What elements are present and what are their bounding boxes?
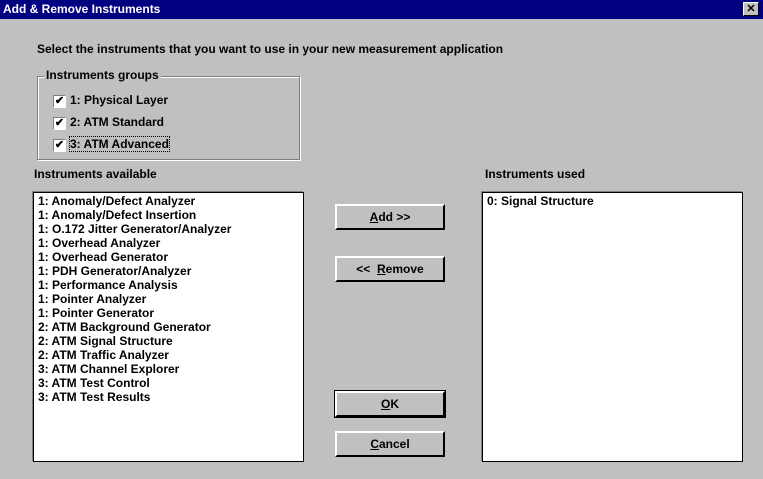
group-1-checkbox[interactable]: ✔ xyxy=(53,95,66,108)
instruments-available-label: Instruments available xyxy=(34,167,157,181)
ok-button-mnemonic: O xyxy=(380,397,391,411)
checkmark-icon: ✔ xyxy=(54,139,65,151)
ok-button-label: K xyxy=(390,397,399,411)
instructions-text: Select the instruments that you want to … xyxy=(37,42,504,56)
instruments-available-list[interactable]: 1: Anomaly/Defect Analyzer 1: Anomaly/Def… xyxy=(33,192,304,462)
add-remove-instruments-dialog: Add & Remove Instruments ✕ Select the in… xyxy=(0,0,763,479)
remove-button-prefix: << xyxy=(356,262,377,276)
list-item[interactable]: 2: ATM Signal Structure xyxy=(34,334,303,348)
list-item[interactable]: 1: Performance Analysis xyxy=(34,278,303,292)
list-item[interactable]: 1: PDH Generator/Analyzer xyxy=(34,264,303,278)
group-2-label[interactable]: 2: ATM Standard xyxy=(70,115,164,129)
remove-button-label: emove xyxy=(385,262,424,276)
checkmark-icon: ✔ xyxy=(54,95,65,107)
add-button-label: dd >> xyxy=(378,210,411,224)
cancel-button-label: ancel xyxy=(378,437,410,451)
list-item[interactable]: 0: Signal Structure xyxy=(483,194,742,208)
remove-button[interactable]: << Remove xyxy=(335,256,445,282)
instruments-used-label: Instruments used xyxy=(485,167,586,181)
remove-button-mnemonic: R xyxy=(376,262,386,276)
group-3-label[interactable]: 3: ATM Advanced xyxy=(69,136,170,152)
group-3-checkbox[interactable]: ✔ xyxy=(53,139,66,152)
window-title: Add & Remove Instruments xyxy=(3,2,161,16)
instrument-groups-legend: Instruments groups xyxy=(44,68,161,82)
add-button[interactable]: Add >> xyxy=(335,204,445,230)
close-icon: ✕ xyxy=(746,3,756,15)
list-item[interactable]: 1: Overhead Generator xyxy=(34,250,303,264)
list-item[interactable]: 1: Pointer Generator xyxy=(34,306,303,320)
list-item[interactable]: 1: Overhead Analyzer xyxy=(34,236,303,250)
instruments-used-list[interactable]: 0: Signal Structure xyxy=(482,192,743,462)
list-item[interactable]: 3: ATM Test Control xyxy=(34,376,303,390)
ok-button[interactable]: OK xyxy=(334,390,446,418)
list-item[interactable]: 1: Anomaly/Defect Analyzer xyxy=(34,194,303,208)
list-item[interactable]: 1: Pointer Analyzer xyxy=(34,292,303,306)
list-item[interactable]: 1: Anomaly/Defect Insertion xyxy=(34,208,303,222)
list-item[interactable]: 3: ATM Channel Explorer xyxy=(34,362,303,376)
list-item[interactable]: 3: ATM Test Results xyxy=(34,390,303,404)
checkmark-icon: ✔ xyxy=(54,117,65,129)
list-item[interactable]: 2: ATM Background Generator xyxy=(34,320,303,334)
close-button[interactable]: ✕ xyxy=(743,2,759,16)
list-item[interactable]: 2: ATM Traffic Analyzer xyxy=(34,348,303,362)
cancel-button[interactable]: Cancel xyxy=(335,431,445,457)
title-bar: Add & Remove Instruments ✕ xyxy=(0,0,763,19)
group-1-label[interactable]: 1: Physical Layer xyxy=(70,93,168,107)
cancel-button-mnemonic: C xyxy=(370,437,379,451)
group-2-checkbox[interactable]: ✔ xyxy=(53,117,66,130)
list-item[interactable]: 1: O.172 Jitter Generator/Analyzer xyxy=(34,222,303,236)
